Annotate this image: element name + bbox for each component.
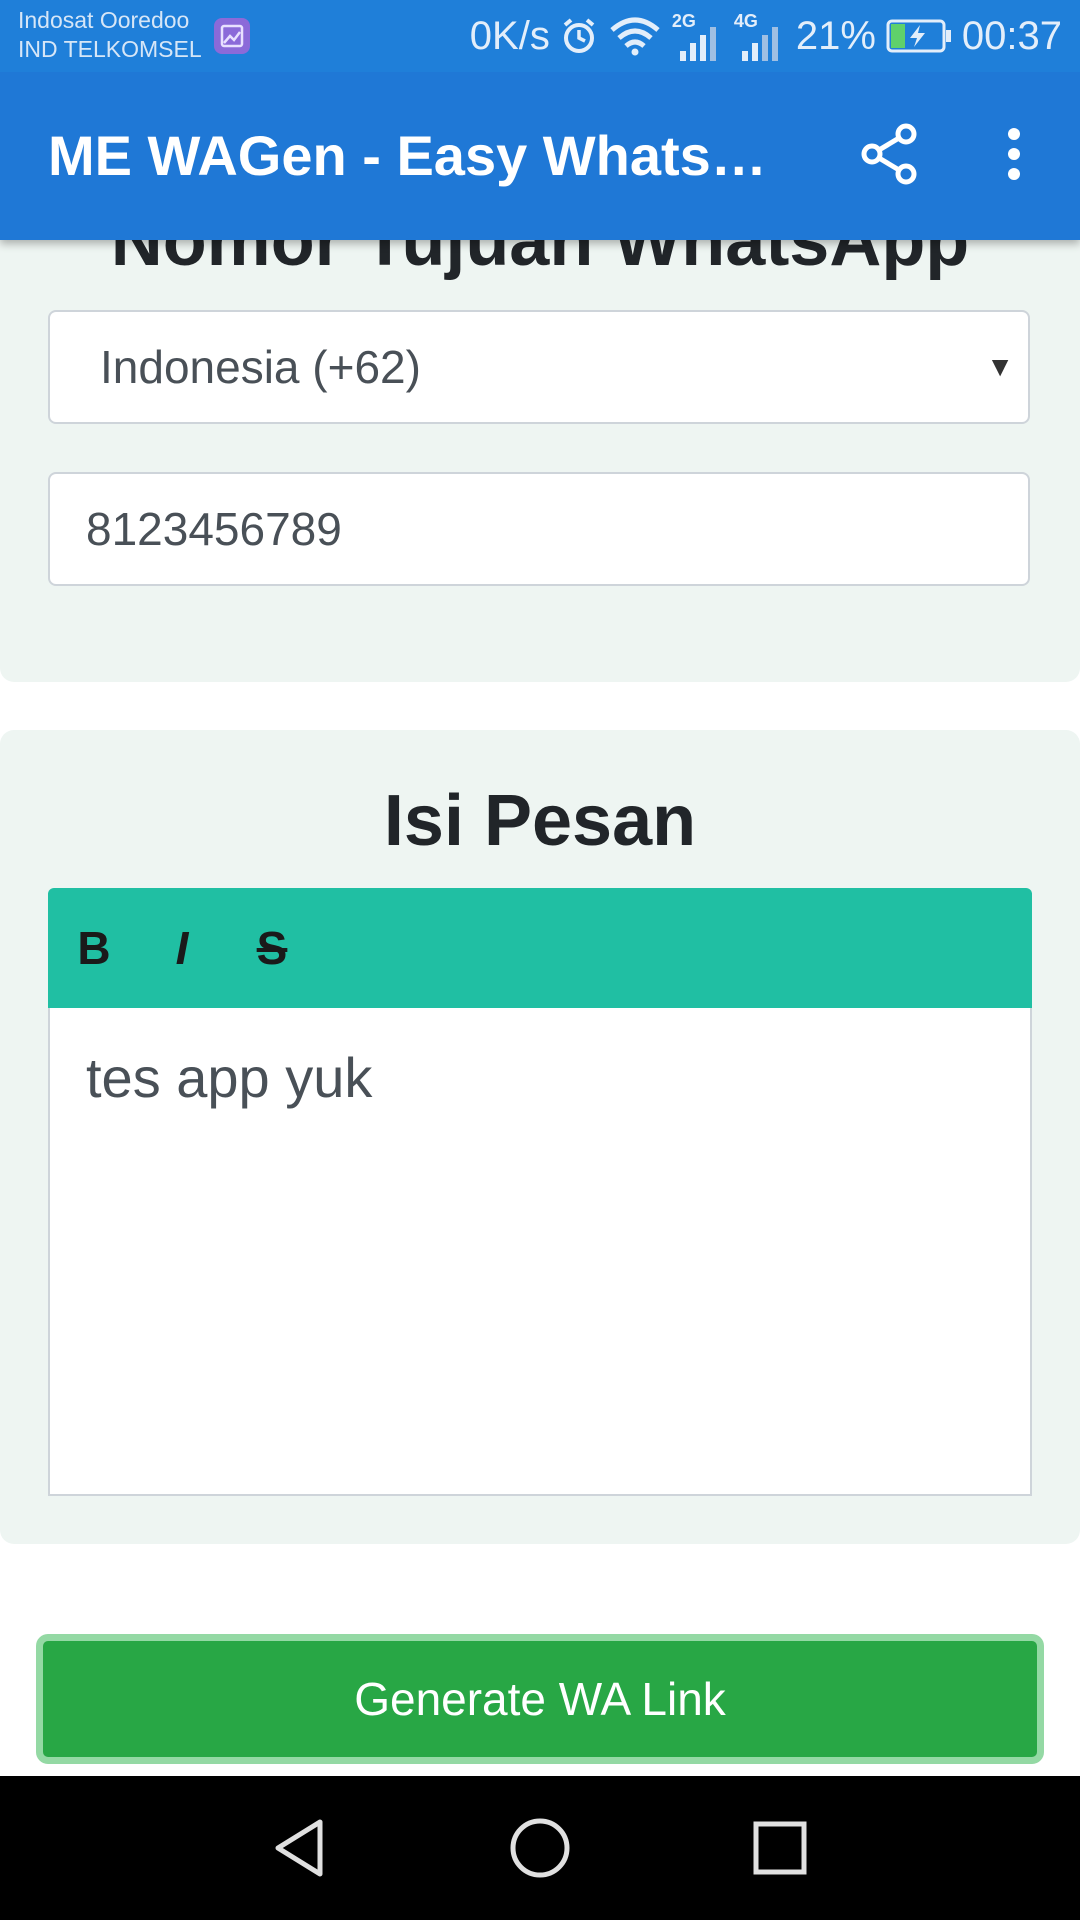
more-vert-icon[interactable] — [990, 118, 1038, 190]
clock: 00:37 — [961, 13, 1062, 58]
app-bar: ME WAGen - Easy WhatsApp Link Generator — [0, 72, 1080, 240]
nav-bar — [0, 1776, 1080, 1920]
phone-number-input[interactable]: 8123456789 — [48, 472, 1030, 586]
country-code-value: Indonesia (+62) — [100, 341, 421, 393]
battery-percent: 21% — [795, 13, 876, 58]
bold-button[interactable]: B — [64, 888, 124, 1008]
share-icon[interactable] — [858, 118, 922, 190]
alarm-icon — [563, 18, 595, 53]
wifi-icon — [610, 17, 660, 56]
net-speed: 0K/s — [469, 13, 550, 58]
country-code-select[interactable]: Indonesia (+62) ▼ — [48, 310, 1030, 424]
carrier-info: Indosat Ooredoo IND TELKOMSEL — [18, 6, 202, 64]
back-icon[interactable] — [264, 1812, 336, 1884]
signal-icon — [741, 27, 778, 61]
carrier-2: IND TELKOMSEL — [18, 36, 202, 62]
recents-icon[interactable] — [744, 1812, 816, 1884]
message-textarea[interactable]: tes app yuk — [48, 1008, 1032, 1496]
battery-charging-icon — [886, 19, 951, 53]
app-title: ME WAGen - Easy WhatsApp Link Generator — [48, 124, 798, 187]
home-icon[interactable] — [504, 1812, 576, 1884]
content-area[interactable]: Nomor Tujuan WhatsApp Indonesia (+62) ▼ … — [0, 0, 1080, 1776]
carrier-1: Indosat Ooredoo — [18, 7, 190, 33]
status-indicators: 0K/s 2G 4G 21% 00:37 — [470, 0, 1062, 72]
message-heading: Isi Pesan — [383, 781, 697, 861]
generate-link-button[interactable]: Generate WA Link — [36, 1634, 1044, 1764]
strikethrough-button[interactable]: S — [242, 888, 302, 1008]
signal-icon — [679, 27, 716, 61]
signal-4g: 4G — [734, 11, 786, 61]
gallery-icon — [214, 18, 250, 54]
dropdown-arrow-icon: ▼ — [986, 351, 1014, 382]
italic-button[interactable]: I — [152, 888, 212, 1008]
editor-toolbar: B I S — [48, 888, 1032, 1008]
signal-2g: 2G — [672, 11, 724, 61]
status-bar: Indosat Ooredoo IND TELKOMSEL 0K/s 2G 4G… — [0, 0, 1080, 72]
